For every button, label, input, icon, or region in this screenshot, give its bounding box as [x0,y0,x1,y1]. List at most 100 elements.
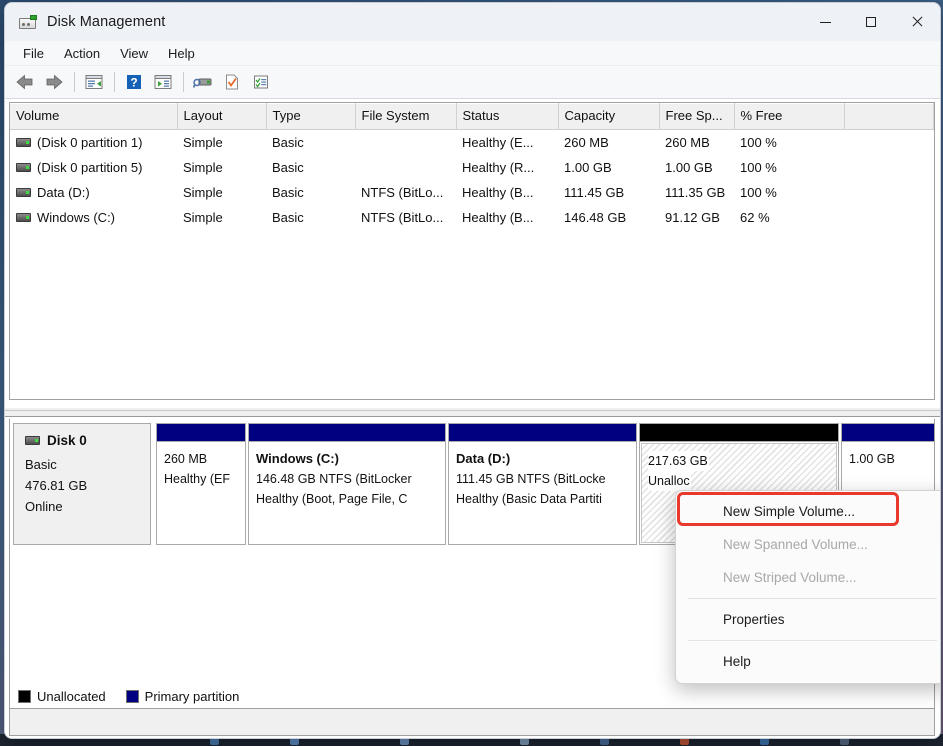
maximize-button[interactable] [848,3,894,41]
column-header-file-system[interactable]: File System [355,103,457,130]
volume-label: Windows (C:) [37,210,116,225]
cell-percent-free: 100 % [740,160,777,175]
column-header-layout[interactable]: Layout [177,103,267,130]
column-header-status[interactable]: Status [456,103,559,130]
table-row[interactable]: (Disk 0 partition 1) Simple Basic Health… [10,130,934,156]
cell-type: Basic [272,160,304,175]
table-row[interactable]: Data (D:) Simple Basic NTFS (BitLo... He… [10,180,934,205]
context-menu-item-properties[interactable]: Properties [676,603,940,636]
disk-header[interactable]: Disk 0 Basic 476.81 GB Online [13,423,151,545]
close-button[interactable] [894,3,940,41]
svg-text:?: ? [130,76,137,90]
context-menu-separator [688,598,937,599]
partition-name: Windows (C:) [256,451,339,466]
show-hide-console-tree-button[interactable] [80,69,108,95]
table-header-row: Volume Layout Type File System Status Ca… [10,103,934,130]
partition-color-bar [449,424,636,442]
volume-label: (Disk 0 partition 5) [37,160,143,175]
volume-drive-icon [16,188,31,197]
column-header-capacity[interactable]: Capacity [558,103,660,130]
partition-body: Data (D:) 111.45 GB NTFS (BitLocke Healt… [449,442,636,544]
cell-free-space: 91.12 GB [665,210,720,225]
minimize-button[interactable] [802,3,848,41]
cell-extra [844,180,934,205]
table-row[interactable]: Windows (C:) Simple Basic NTFS (BitLo...… [10,205,934,230]
cell-file-system [355,130,456,156]
legend: Unallocated Primary partition [13,685,253,707]
caption-buttons [802,3,940,41]
menu-file[interactable]: File [13,44,54,63]
cell-type: Basic [272,210,304,225]
question-mark-icon: ? [127,75,141,90]
cell-layout: Simple [183,135,223,150]
cell-free-space: 260 MB [665,135,710,150]
back-button[interactable] [11,69,39,95]
toolbar-separator [74,72,75,92]
cell-capacity: 1.00 GB [564,160,612,175]
partition-windows-c[interactable]: Windows (C:) 146.48 GB NTFS (BitLocker H… [248,423,446,545]
volume-drive-icon [16,213,31,222]
partition-line1: 260 MB [164,452,208,466]
cell-extra [844,155,934,180]
column-header-free-space[interactable]: Free Sp... [659,103,735,130]
menu-view[interactable]: View [110,44,158,63]
partition-line2: Unalloc [648,471,691,491]
menu-help[interactable]: Help [158,44,205,63]
legend-item-primary: Primary partition [125,689,239,704]
cell-volume: Windows (C:) [10,205,177,230]
toolbar-separator [183,72,184,92]
context-menu: New Simple Volume... New Spanned Volume.… [675,490,940,684]
cell-status: Healthy (B... [462,210,534,225]
cell-volume: (Disk 0 partition 1) [10,130,177,156]
table-row[interactable]: (Disk 0 partition 5) Simple Basic Health… [10,155,934,180]
volume-table: Volume Layout Type File System Status Ca… [10,103,934,230]
cell-status: Healthy (R... [462,160,535,175]
cell-capacity: 111.45 GB [564,185,625,200]
disk-size: 476.81 GB [25,478,88,493]
column-header-volume[interactable]: Volume [10,103,178,130]
disk-name: Disk 0 [47,433,87,448]
minimize-icon [819,21,831,23]
checkmark-document-icon [226,74,238,90]
cell-layout: Simple [183,210,223,225]
help-button[interactable]: ? [120,69,148,95]
cell-type: Basic [272,185,304,200]
partition-color-bar [842,424,934,442]
partition-line1: 217.63 GB [648,451,709,471]
context-menu-item-new-simple-volume[interactable]: New Simple Volume... [676,495,940,528]
arrow-right-icon [46,74,63,90]
legend-swatch-primary [125,689,139,703]
column-header-type[interactable]: Type [266,103,356,130]
cell-status: Healthy (B... [462,185,534,200]
partition-line1: 146.48 GB NTFS (BitLocker [256,472,412,486]
menu-action[interactable]: Action [54,44,110,63]
pane-splitter[interactable] [5,407,940,417]
cell-percent-free: 62 % [740,210,770,225]
partition-name: Data (D:) [456,451,511,466]
forward-button[interactable] [40,69,68,95]
rescan-disks-button[interactable] [189,69,217,95]
volume-drive-icon [16,163,31,172]
context-menu-item-new-striped-volume: New Striped Volume... [723,570,857,585]
volume-list-container[interactable]: Volume Layout Type File System Status Ca… [9,102,935,400]
status-strip [10,708,934,735]
all-tasks-button[interactable] [247,69,275,95]
cell-free-space: 1.00 GB [665,160,713,175]
cell-layout: Simple [183,160,223,175]
action-pane-icon [154,75,172,89]
show-action-pane-button[interactable] [149,69,177,95]
partition-efi[interactable]: 260 MB Healthy (EF [156,423,246,545]
context-menu-item-help[interactable]: Help [676,645,940,678]
arrow-left-icon [16,74,33,90]
disk-scan-icon [193,78,212,88]
cell-volume: Data (D:) [10,180,177,205]
toolbar-separator [114,72,115,92]
properties-button[interactable] [218,69,246,95]
partition-data-d[interactable]: Data (D:) 111.45 GB NTFS (BitLocke Healt… [448,423,637,545]
column-header-percent-free[interactable]: % Free [734,103,845,130]
cell-file-system: NTFS (BitLo... [361,185,444,200]
toolbar: ? [5,66,940,99]
cell-extra [844,130,934,156]
partition-body: Windows (C:) 146.48 GB NTFS (BitLocker H… [249,442,445,544]
column-header-extra[interactable] [844,103,934,130]
